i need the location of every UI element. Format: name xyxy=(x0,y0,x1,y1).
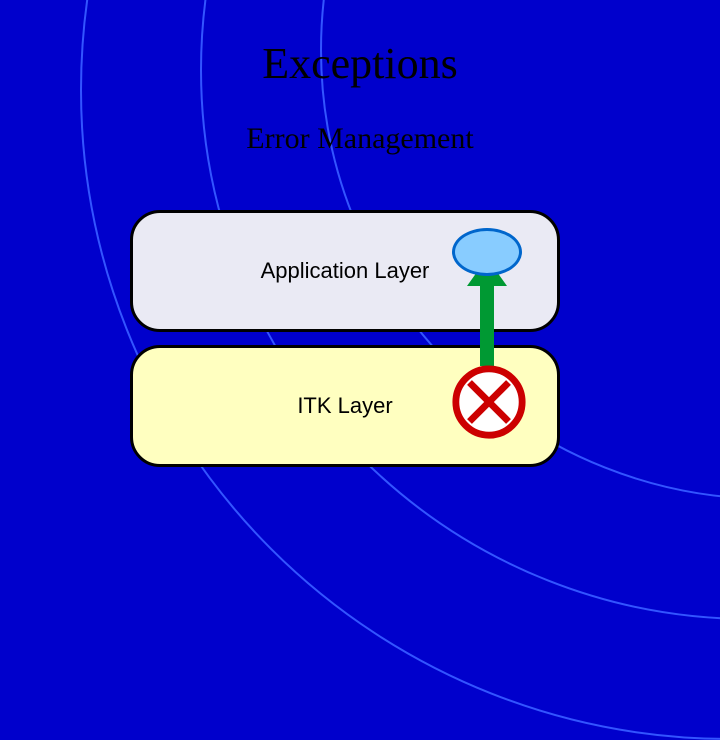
slide-subtitle: Error Management xyxy=(0,122,720,156)
application-layer-label: Application Layer xyxy=(261,258,430,284)
itk-layer-label: ITK Layer xyxy=(297,393,392,419)
exception-bubble-icon xyxy=(452,228,522,276)
slide-title: Exceptions xyxy=(0,38,720,89)
arrow-stem xyxy=(480,276,494,366)
error-x-icon xyxy=(450,363,528,441)
